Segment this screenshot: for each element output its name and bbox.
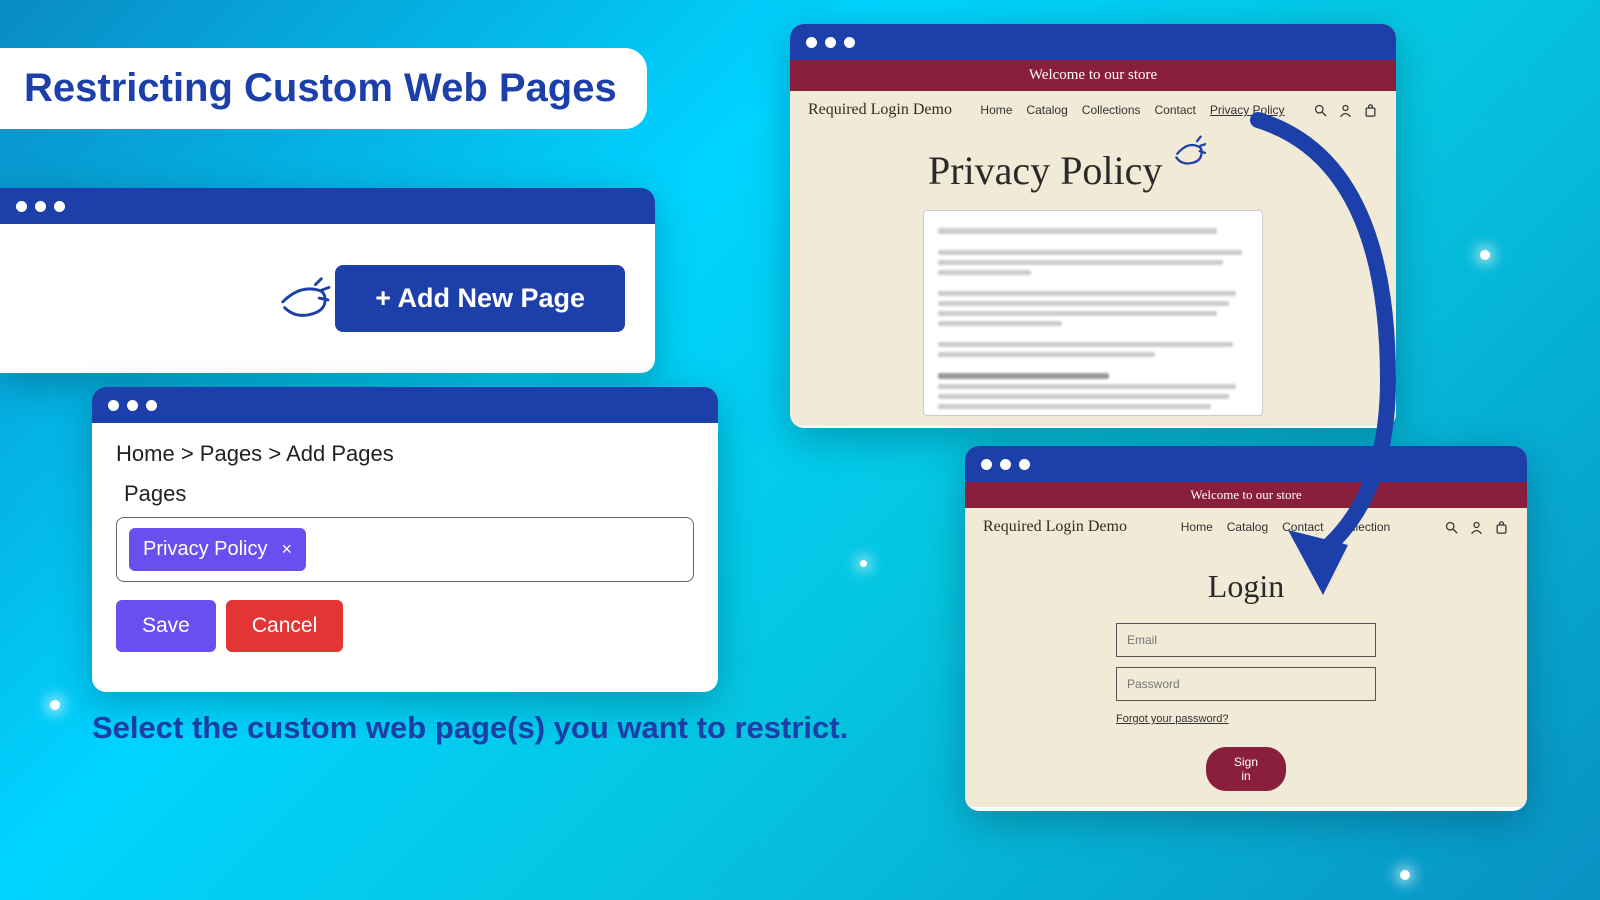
pages-field-label: Pages (124, 481, 694, 507)
breadcrumb: Home > Pages > Add Pages (116, 441, 694, 467)
blurred-content (923, 210, 1263, 416)
password-field[interactable] (1116, 667, 1376, 701)
store-privacy-window: Welcome to our store Required Login Demo… (790, 24, 1396, 428)
traffic-light-icon (16, 201, 27, 212)
window-titlebar (0, 188, 655, 224)
nav-catalog[interactable]: Catalog (1227, 520, 1268, 534)
pointer-hand-icon (273, 273, 331, 325)
traffic-light-icon (1019, 459, 1030, 470)
window-titlebar (92, 387, 718, 423)
store-announcement-bar: Welcome to our store (965, 482, 1527, 508)
cancel-button[interactable]: Cancel (226, 600, 343, 652)
traffic-light-icon (54, 201, 65, 212)
nav-privacy-policy[interactable]: Privacy Policy (1210, 103, 1285, 117)
glow-decoration (860, 560, 867, 567)
nav-home[interactable]: Home (1181, 520, 1213, 534)
page-heading: Restricting Custom Web Pages (0, 48, 647, 129)
account-icon[interactable] (1469, 520, 1484, 535)
email-field[interactable] (1116, 623, 1376, 657)
pages-tag-input[interactable]: Privacy Policy × (116, 517, 694, 582)
sign-in-button[interactable]: Sign in (1206, 747, 1286, 791)
breadcrumb-pages[interactable]: Pages (200, 441, 262, 466)
breadcrumb-sep: > (268, 441, 281, 466)
pages-modal-window: Home > Pages > Add Pages Pages Privacy P… (92, 387, 718, 692)
window-titlebar (790, 24, 1396, 60)
traffic-light-icon (1000, 459, 1011, 470)
pointer-hand-icon (1170, 134, 1206, 170)
page-caption: Select the custom web page(s) you want t… (92, 710, 848, 746)
traffic-light-icon (806, 37, 817, 48)
traffic-light-icon (127, 400, 138, 411)
add-page-window: + Add New Page (0, 188, 655, 373)
nav-collections[interactable]: Collections (1082, 103, 1141, 117)
glow-decoration (50, 700, 60, 710)
store-brand[interactable]: Required Login Demo (808, 101, 952, 119)
nav-collection[interactable]: Collection (1338, 520, 1391, 534)
traffic-light-icon (108, 400, 119, 411)
store-nav: Required Login Demo Home Catalog Collect… (808, 91, 1378, 125)
traffic-light-icon (981, 459, 992, 470)
glow-decoration (1480, 250, 1490, 260)
breadcrumb-sep: > (181, 441, 194, 466)
breadcrumb-add: Add Pages (286, 441, 394, 466)
nav-contact[interactable]: Contact (1282, 520, 1323, 534)
store-login-window: Welcome to our store Required Login Demo… (965, 446, 1527, 811)
breadcrumb-home[interactable]: Home (116, 441, 175, 466)
page-tag: Privacy Policy × (129, 528, 306, 571)
page-tag-label: Privacy Policy (143, 538, 267, 561)
cart-icon[interactable] (1494, 520, 1509, 535)
store-nav: Required Login Demo Home Catalog Contact… (983, 508, 1509, 542)
traffic-light-icon (35, 201, 46, 212)
nav-catalog[interactable]: Catalog (1026, 103, 1067, 117)
nav-home[interactable]: Home (980, 103, 1012, 117)
window-titlebar (965, 446, 1527, 482)
search-icon[interactable] (1444, 520, 1459, 535)
cart-icon[interactable] (1363, 103, 1378, 118)
store-brand[interactable]: Required Login Demo (983, 518, 1127, 536)
forgot-password-link[interactable]: Forgot your password? (1116, 713, 1376, 725)
login-heading: Login (983, 568, 1509, 605)
remove-tag-icon[interactable]: × (281, 539, 292, 560)
save-button[interactable]: Save (116, 600, 216, 652)
store-announcement-bar: Welcome to our store (790, 60, 1396, 91)
traffic-light-icon (146, 400, 157, 411)
search-icon[interactable] (1313, 103, 1328, 118)
traffic-light-icon (844, 37, 855, 48)
account-icon[interactable] (1338, 103, 1353, 118)
store-page-title: Privacy Policy (928, 147, 1378, 194)
add-new-page-button[interactable]: + Add New Page (335, 265, 625, 332)
glow-decoration (1400, 870, 1410, 880)
nav-contact[interactable]: Contact (1155, 103, 1196, 117)
traffic-light-icon (825, 37, 836, 48)
